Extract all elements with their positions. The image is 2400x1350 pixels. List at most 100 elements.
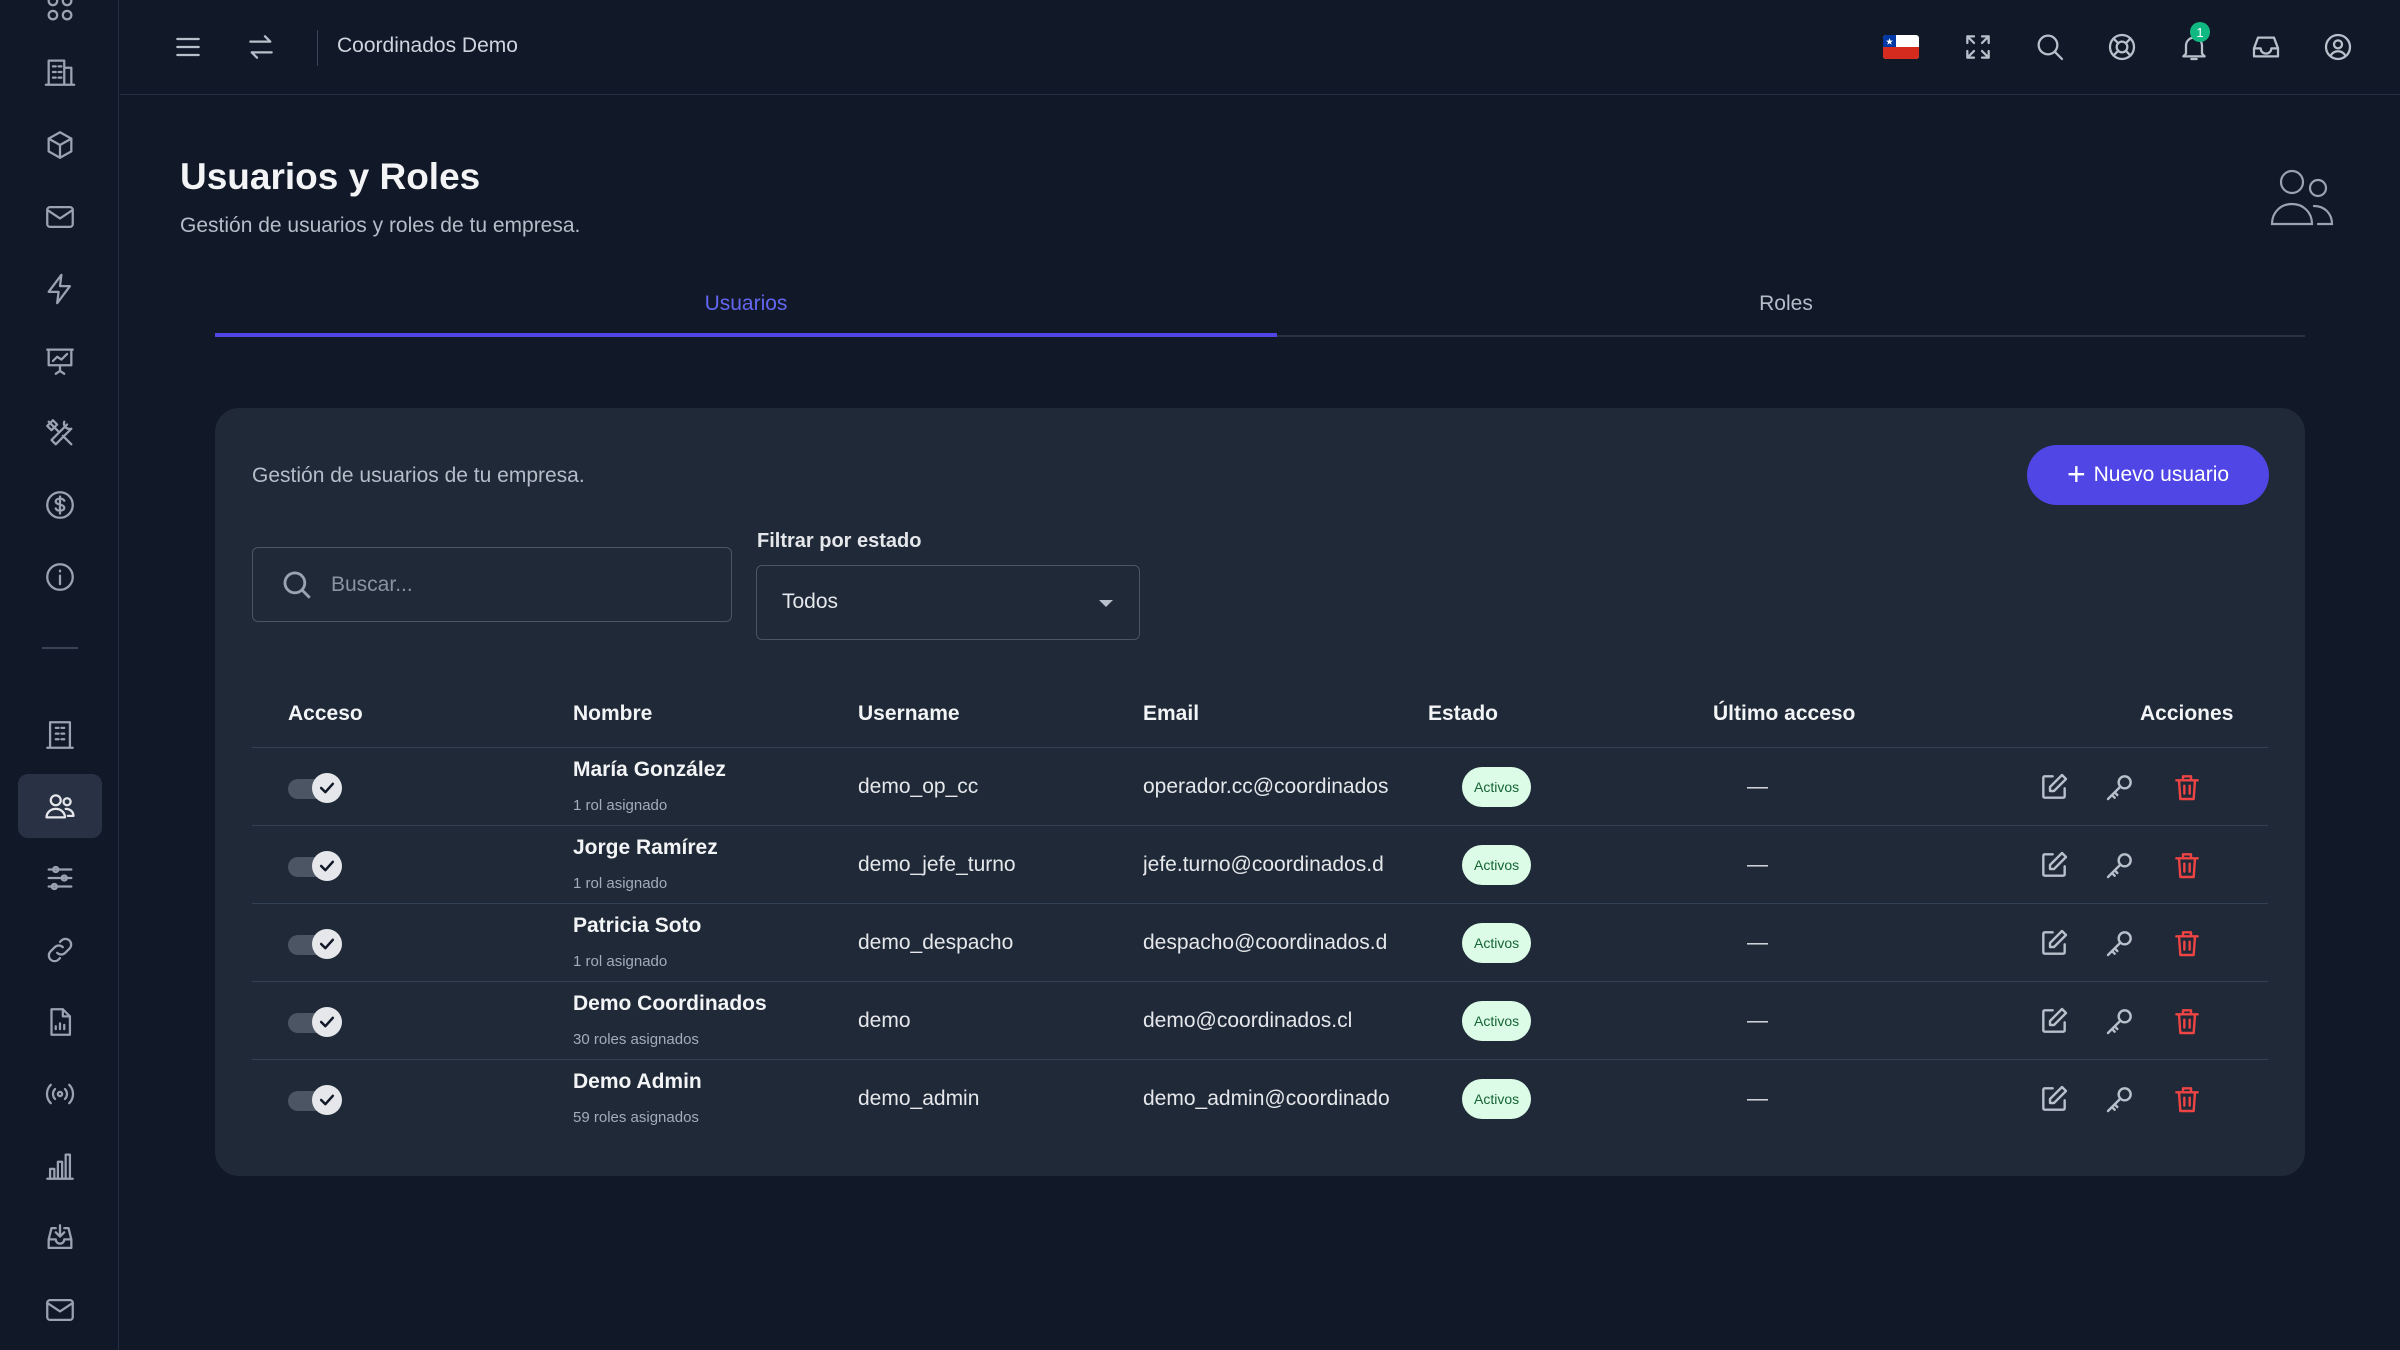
sidebar-item-info[interactable]: [18, 545, 102, 609]
change-password-button[interactable]: [2102, 925, 2138, 961]
user-roles-count: 1 rol asignado: [573, 797, 668, 814]
status-filter-select[interactable]: Todos: [756, 565, 1140, 640]
user-profile-button[interactable]: [2315, 24, 2361, 70]
page-title: Usuarios y Roles: [180, 156, 481, 197]
inbox-icon: [2252, 36, 2280, 58]
check-icon: [319, 938, 335, 950]
top-bar: Coordinados Demo 1: [120, 0, 2400, 95]
edit-user-button[interactable]: [2036, 1003, 2072, 1039]
edit-user-button[interactable]: [2036, 847, 2072, 883]
tab-usuarios[interactable]: Usuarios: [215, 270, 1277, 337]
sidebar-item-analytics[interactable]: [18, 1134, 102, 1198]
user-email: operador.cc@coordinados: [1143, 775, 1389, 798]
new-user-button[interactable]: + Nuevo usuario: [2027, 445, 2269, 505]
access-toggle[interactable]: [288, 773, 342, 803]
delete-user-button[interactable]: [2169, 1081, 2205, 1117]
bar-chart-icon: [46, 1153, 74, 1180]
hamburger-menu-icon: [176, 37, 200, 57]
trash-icon: [2175, 775, 2199, 801]
presentation-chart-icon: [46, 348, 74, 375]
users-card: Gestión de usuarios de tu empresa. + Nue…: [215, 408, 2305, 1176]
chile-flag-icon[interactable]: [1883, 35, 1919, 59]
change-password-button[interactable]: [2102, 847, 2138, 883]
mail-icon: [46, 205, 74, 229]
user-username: demo_jefe_turno: [858, 853, 1016, 876]
bolt-icon: [47, 273, 72, 305]
search-input[interactable]: [331, 568, 711, 602]
access-toggle[interactable]: [288, 1007, 342, 1037]
edit-user-button[interactable]: [2036, 1081, 2072, 1117]
access-toggle[interactable]: [288, 929, 342, 959]
tabs: Usuarios Roles: [215, 270, 2305, 337]
users-icon: [45, 794, 75, 819]
sidebar-item-users[interactable]: [18, 774, 102, 838]
trash-icon: [2175, 1009, 2199, 1035]
delete-user-button[interactable]: [2169, 925, 2205, 961]
edit-user-button[interactable]: [2036, 769, 2072, 805]
column-header-email: Email: [1143, 702, 1200, 725]
sidebar-item-billing[interactable]: [18, 473, 102, 537]
edit-icon: [2042, 929, 2068, 955]
help-button[interactable]: [2099, 24, 2145, 70]
link-icon: [47, 937, 73, 963]
user-username: demo_despacho: [858, 931, 1014, 954]
switch-company-button[interactable]: [238, 24, 284, 70]
new-user-button-label: Nuevo usuario: [2093, 463, 2230, 486]
apps-icon: [47, 0, 73, 21]
access-toggle[interactable]: [288, 851, 342, 881]
user-roles-count: 30 roles asignados: [573, 1031, 699, 1048]
access-toggle[interactable]: [288, 1085, 342, 1115]
fullscreen-button[interactable]: [1955, 24, 2001, 70]
sidebar-item-settings[interactable]: [18, 846, 102, 910]
sidebar-item-mail[interactable]: [18, 185, 102, 249]
sidebar-item-company[interactable]: [18, 40, 102, 104]
topbar-separator: [317, 30, 318, 66]
sidebar-divider: [42, 647, 78, 649]
sidebar-item-energy[interactable]: [18, 257, 102, 321]
delete-user-button[interactable]: [2169, 847, 2205, 883]
inbox-button[interactable]: [2243, 24, 2289, 70]
sidebar-item-inbox[interactable]: [18, 1206, 102, 1270]
user-name: Jorge Ramírez: [573, 836, 718, 859]
chevron-down-icon: [1099, 600, 1113, 607]
edit-user-button[interactable]: [2036, 925, 2072, 961]
column-header-username: Username: [858, 702, 960, 725]
user-username: demo: [858, 1009, 911, 1032]
menu-toggle-button[interactable]: [165, 24, 211, 70]
sidebar-item-integrations[interactable]: [18, 918, 102, 982]
check-icon: [319, 860, 335, 872]
key-icon: [2106, 1009, 2132, 1035]
lifebuoy-icon: [2108, 33, 2136, 61]
report-file-icon: [50, 1008, 72, 1036]
check-icon: [319, 1094, 335, 1106]
change-password-button[interactable]: [2102, 1081, 2138, 1117]
delete-user-button[interactable]: [2169, 1003, 2205, 1039]
sidebar-item-messages[interactable]: [18, 1278, 102, 1342]
sidebar-item-apps[interactable]: [18, 0, 102, 40]
sidebar-item-tools[interactable]: [18, 401, 102, 465]
sidebar: [0, 0, 119, 1350]
sidebar-item-products[interactable]: [18, 113, 102, 177]
tab-roles[interactable]: Roles: [1255, 270, 2317, 337]
cube-icon: [47, 131, 73, 159]
delete-user-button[interactable]: [2169, 769, 2205, 805]
building-icon: [46, 721, 74, 749]
building-icon: [44, 59, 76, 86]
search-button[interactable]: [2027, 24, 2073, 70]
status-badge: Activos: [1462, 923, 1532, 963]
notification-count-badge: 1: [2190, 22, 2210, 42]
sidebar-item-presentation[interactable]: [18, 329, 102, 393]
change-password-button[interactable]: [2102, 769, 2138, 805]
user-username: demo_admin: [858, 1087, 980, 1110]
sidebar-item-broadcast[interactable]: [18, 1062, 102, 1126]
change-password-button[interactable]: [2102, 1003, 2138, 1039]
trash-icon: [2175, 853, 2199, 879]
trash-icon: [2175, 931, 2199, 957]
sidebar-item-company-admin[interactable]: [18, 703, 102, 767]
status-badge: Activos: [1462, 1001, 1532, 1041]
sidebar-item-reports[interactable]: [18, 990, 102, 1054]
status-badge: Activos: [1462, 767, 1532, 807]
user-roles-count: 59 roles asignados: [573, 1109, 699, 1126]
dollar-icon: [46, 491, 74, 519]
column-header-actions: Acciones: [2140, 702, 2234, 725]
